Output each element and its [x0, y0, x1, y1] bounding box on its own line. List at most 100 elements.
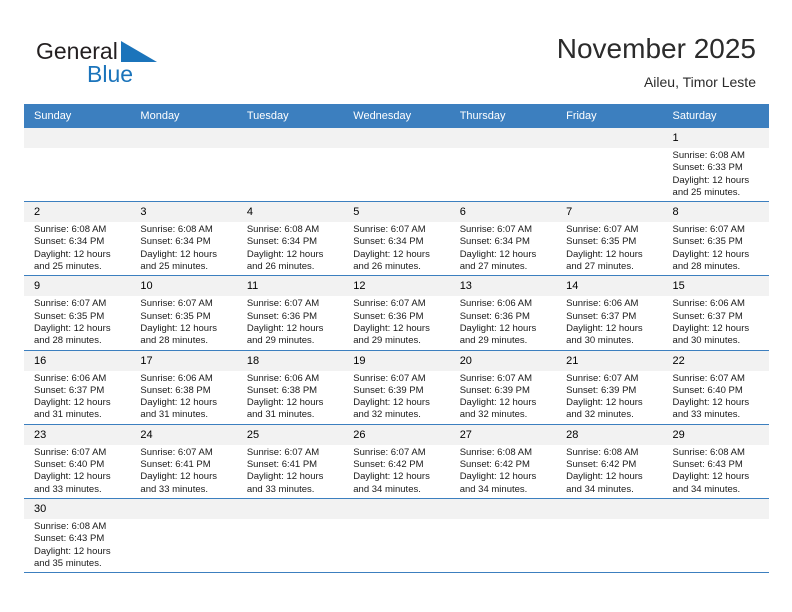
calendar-day-cell[interactable]: 5 Sunrise: 6:07 AM Sunset: 6:34 PM Daylight…	[343, 201, 450, 277]
day-detail-line: Sunset: 6:37 PM	[672, 310, 743, 322]
calendar-day-cell[interactable]: 8 Sunrise: 6:07 AM Sunset: 6:35 PM Daylight…	[662, 201, 769, 277]
day-detail-line: Daylight: 12 hours	[34, 322, 111, 334]
day-number: 30	[24, 498, 131, 519]
day-detail-line: Daylight: 12 hours	[353, 322, 430, 334]
day-detail-line: Sunset: 6:36 PM	[246, 310, 318, 322]
day-detail-line: Sunrise: 6:06 AM	[672, 298, 745, 310]
calendar-empty-cell	[343, 128, 450, 203]
calendar-day-cell[interactable]: 6 Sunrise: 6:07 AM Sunset: 6:34 PM Daylight…	[449, 201, 557, 277]
day-detail-line: Sunrise: 6:08 AM	[34, 224, 107, 236]
calendar-day-cell[interactable]: 26 Sunrise: 6:07 AM Sunset: 6:42 PM Dayligh…	[343, 424, 450, 499]
day-detail-line: and 33 minutes.	[246, 483, 315, 495]
day-details	[237, 519, 343, 567]
day-detail-line: Daylight: 12 hours	[566, 322, 643, 334]
day-detail-line: Sunset: 6:33 PM	[672, 162, 743, 174]
calendar-day-cell[interactable]: 10 Sunrise: 6:07 AM Sunset: 6:35 PM Dayligh…	[130, 275, 237, 351]
day-details: Sunrise: 6:07 AM Sunset: 6:39 PM Daylight:…	[343, 371, 449, 424]
calendar-day-cell[interactable]: 1 Sunrise: 6:08 AM Sunset: 6:33 PM Daylight…	[662, 128, 769, 203]
day-detail-line: Sunset: 6:41 PM	[140, 459, 211, 471]
calendar-day-cell[interactable]: 18 Sunrise: 6:06 AM Sunset: 6:38 PM Dayligh…	[236, 350, 344, 425]
calendar-day-cell[interactable]: 4 Sunrise: 6:08 AM Sunset: 6:34 PM Daylight…	[236, 201, 344, 277]
calendar-day-cell[interactable]: 30 Sunrise: 6:08 AM Sunset: 6:43 PM Dayligh…	[24, 498, 131, 574]
day-details: Sunrise: 6:07 AM Sunset: 6:35 PM Daylight:…	[556, 222, 662, 275]
calendar-empty-cell	[130, 498, 237, 574]
calendar-day-cell[interactable]: 25 Sunrise: 6:07 AM Sunset: 6:41 PM Dayligh…	[236, 424, 344, 499]
day-detail-line: Sunrise: 6:08 AM	[459, 446, 533, 458]
calendar-day-cell[interactable]: 16 Sunrise: 6:06 AM Sunset: 6:37 PM Dayligh…	[24, 350, 131, 425]
day-details: Sunrise: 6:07 AM Sunset: 6:36 PM Daylight:…	[343, 296, 449, 349]
calendar-day-cell[interactable]: 13 Sunrise: 6:06 AM Sunset: 6:36 PM Dayligh…	[449, 275, 557, 351]
calendar-day-cell[interactable]: 15 Sunrise: 6:06 AM Sunset: 6:37 PM Dayligh…	[662, 275, 769, 351]
day-number	[449, 128, 557, 148]
day-detail-line: and 33 minutes.	[672, 409, 741, 421]
title-block: November 2025 Aileu, Timor Leste	[557, 32, 756, 92]
day-details	[237, 148, 343, 196]
calendar-day-cell[interactable]: 9 Sunrise: 6:07 AM Sunset: 6:35 PM Daylight…	[24, 275, 131, 351]
day-detail-line: Sunset: 6:43 PM	[672, 459, 743, 471]
calendar-day-cell[interactable]: 22 Sunrise: 6:07 AM Sunset: 6:40 PM Dayligh…	[662, 350, 769, 425]
logo-text-blue: Blue	[87, 61, 134, 87]
day-number: 28	[556, 424, 663, 445]
day-detail-line: Sunrise: 6:06 AM	[566, 298, 639, 310]
page-title: November 2025	[556, 33, 756, 64]
general-blue-logo[interactable]: General Blue	[36, 38, 236, 88]
day-details: Sunrise: 6:07 AM Sunset: 6:40 PM Daylight:…	[663, 371, 769, 424]
day-number	[556, 128, 663, 148]
day-number: 1	[662, 128, 769, 148]
day-details	[663, 519, 769, 567]
page-subtitle: Aileu, Timor Leste	[643, 74, 756, 90]
calendar-day-cell[interactable]: 21 Sunrise: 6:07 AM Sunset: 6:39 PM Dayligh…	[556, 350, 663, 425]
day-details: Sunrise: 6:07 AM Sunset: 6:34 PM Daylight:…	[343, 222, 449, 275]
calendar-day-cell[interactable]: 17 Sunrise: 6:06 AM Sunset: 6:38 PM Dayligh…	[130, 350, 237, 425]
day-detail-line: Daylight: 12 hours	[566, 397, 643, 409]
calendar-body: 1 Sunrise: 6:08 AM Sunset: 6:33 PM Daylight…	[24, 128, 769, 574]
day-details: Sunrise: 6:07 AM Sunset: 6:36 PM Daylight:…	[237, 296, 343, 349]
day-detail-line: Daylight: 12 hours	[34, 471, 111, 483]
calendar-day-cell[interactable]: 28 Sunrise: 6:08 AM Sunset: 6:42 PM Dayligh…	[556, 424, 663, 499]
calendar-week-row: 1 Sunrise: 6:08 AM Sunset: 6:33 PM Daylight…	[24, 128, 769, 203]
weekday-header-monday: Monday	[130, 104, 237, 128]
calendar-day-cell[interactable]: 3 Sunrise: 6:08 AM Sunset: 6:34 PM Daylight…	[130, 201, 237, 277]
calendar-day-cell[interactable]: 20 Sunrise: 6:07 AM Sunset: 6:39 PM Dayligh…	[449, 350, 557, 425]
day-detail-line: Sunrise: 6:07 AM	[353, 298, 426, 310]
day-detail-line: Sunset: 6:39 PM	[566, 384, 637, 396]
calendar-day-cell[interactable]: 24 Sunrise: 6:07 AM Sunset: 6:41 PM Dayligh…	[130, 424, 237, 499]
calendar-day-cell[interactable]: 11 Sunrise: 6:07 AM Sunset: 6:36 PM Dayligh…	[236, 275, 344, 351]
day-number: 26	[343, 424, 450, 445]
day-detail-line: Daylight: 12 hours	[246, 397, 324, 409]
calendar-empty-cell	[556, 128, 663, 203]
day-detail-line: and 28 minutes.	[34, 335, 102, 347]
day-details	[450, 148, 556, 196]
calendar-day-cell[interactable]: 2 Sunrise: 6:08 AM Sunset: 6:34 PM Daylight…	[24, 201, 131, 277]
day-details: Sunrise: 6:06 AM Sunset: 6:36 PM Daylight:…	[450, 296, 556, 349]
calendar-day-cell[interactable]: 29 Sunrise: 6:08 AM Sunset: 6:43 PM Dayligh…	[662, 424, 769, 499]
day-number: 20	[449, 350, 557, 371]
calendar-week-row: 30 Sunrise: 6:08 AM Sunset: 6:43 PM Dayligh…	[24, 498, 769, 574]
day-detail-line: Daylight: 12 hours	[140, 397, 217, 409]
day-number	[343, 498, 450, 519]
triangle-flag-icon	[121, 41, 159, 63]
day-number	[130, 128, 237, 148]
day-detail-line: Sunrise: 6:07 AM	[353, 372, 426, 384]
calendar-day-cell[interactable]: 19 Sunrise: 6:07 AM Sunset: 6:39 PM Dayligh…	[343, 350, 450, 425]
day-number	[449, 498, 557, 519]
day-detail-line: Sunset: 6:39 PM	[353, 384, 424, 396]
day-number: 3	[130, 202, 237, 223]
calendar-day-cell[interactable]: 27 Sunrise: 6:08 AM Sunset: 6:42 PM Dayligh…	[449, 424, 557, 499]
day-details	[130, 148, 236, 196]
calendar-day-cell[interactable]: 14 Sunrise: 6:06 AM Sunset: 6:37 PM Dayligh…	[556, 275, 663, 351]
calendar-empty-cell	[236, 498, 344, 574]
day-detail-line: Sunset: 6:34 PM	[246, 236, 318, 248]
day-details	[343, 148, 449, 196]
day-detail-line: Sunrise: 6:07 AM	[459, 372, 533, 384]
day-detail-line: Daylight: 12 hours	[459, 471, 537, 483]
day-details: Sunrise: 6:07 AM Sunset: 6:34 PM Daylight:…	[450, 222, 556, 275]
day-detail-line: Sunset: 6:37 PM	[566, 310, 637, 322]
calendar-day-cell[interactable]: 7 Sunrise: 6:07 AM Sunset: 6:35 PM Daylight…	[556, 201, 663, 277]
calendar-day-cell[interactable]: 12 Sunrise: 6:07 AM Sunset: 6:36 PM Dayligh…	[343, 275, 450, 351]
day-details: Sunrise: 6:06 AM Sunset: 6:37 PM Daylight:…	[556, 296, 662, 349]
day-number: 8	[662, 202, 769, 223]
calendar-day-cell[interactable]: 23 Sunrise: 6:07 AM Sunset: 6:40 PM Dayligh…	[24, 424, 131, 499]
day-detail-line: Sunset: 6:40 PM	[672, 384, 743, 396]
day-detail-line: and 30 minutes.	[672, 335, 741, 347]
